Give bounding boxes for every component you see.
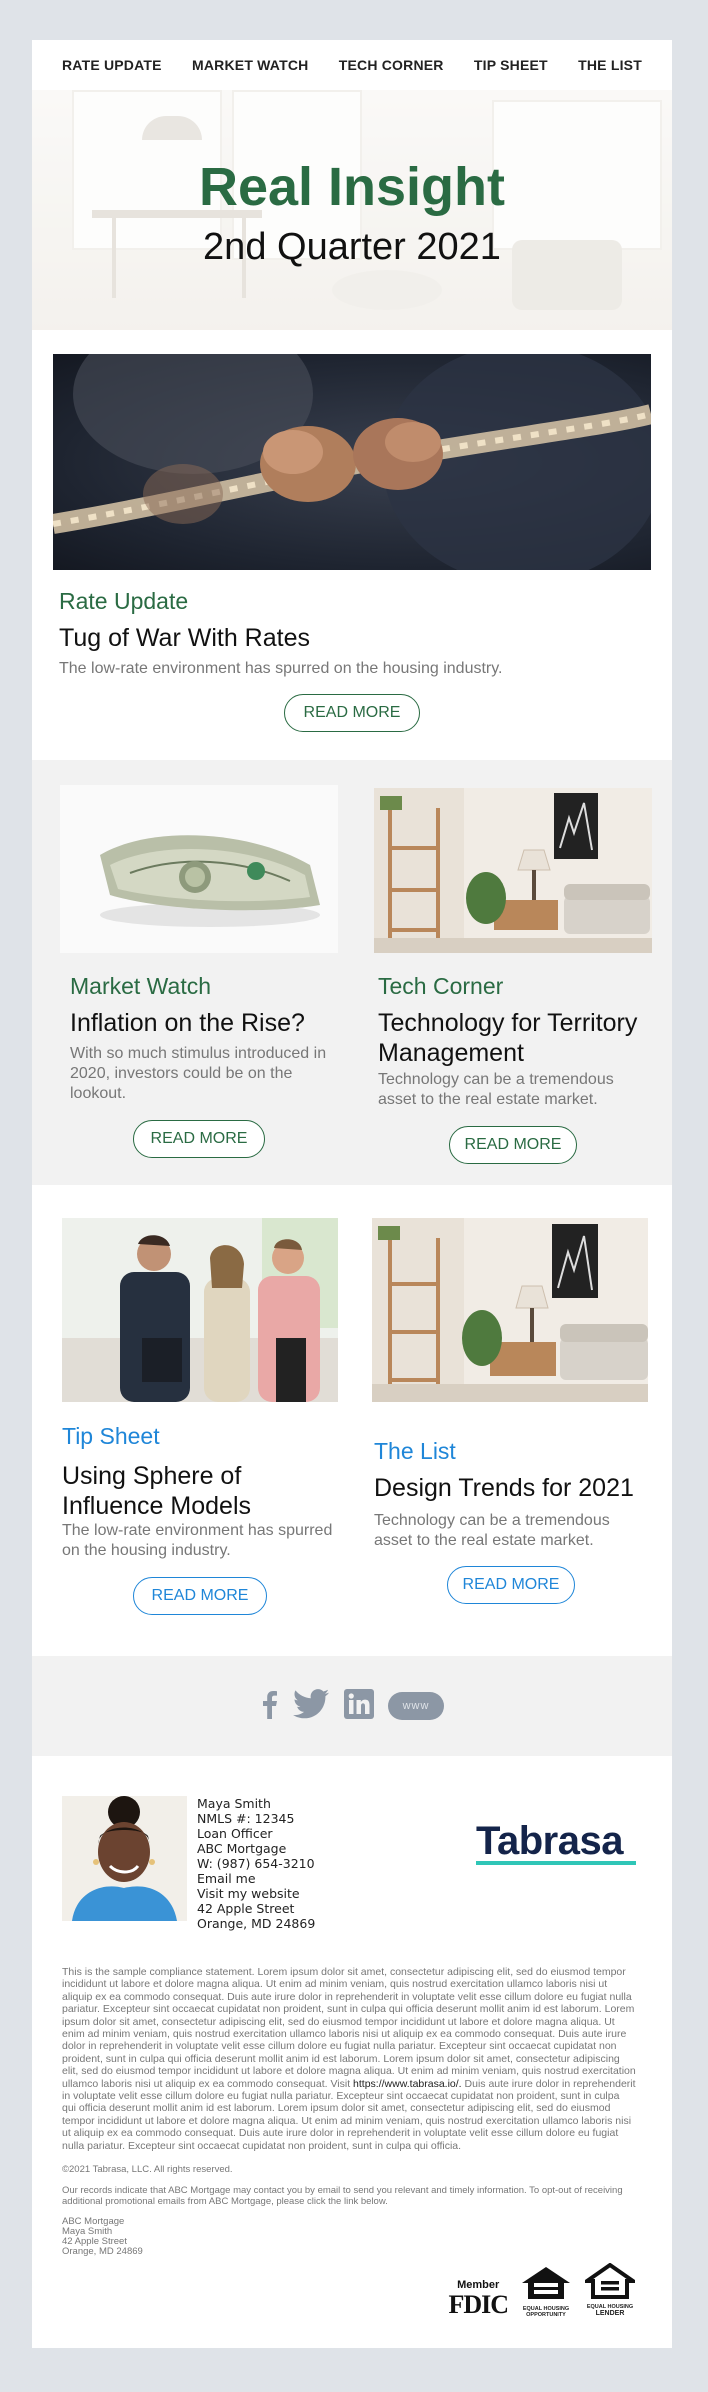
nav-rate-update[interactable]: RATE UPDATE <box>62 57 162 73</box>
market-watch-description: With so much stimulus introduced in 2020… <box>70 1045 327 1102</box>
nav-the-list[interactable]: THE LIST <box>578 57 642 73</box>
website-icon[interactable]: www <box>388 1692 444 1720</box>
newsletter-subtitle: 2nd Quarter 2021 <box>203 226 501 268</box>
tech-corner-headline: Technology for Territory Management <box>378 1009 638 1067</box>
rate-update-headline: Tug of War With Rates <box>59 624 310 652</box>
market-watch-kicker: Market Watch <box>70 973 212 999</box>
tech-corner-description: Technology can be a tremendous asset to … <box>378 1071 614 1108</box>
the-list-kicker: The List <box>374 1438 456 1464</box>
the-list-card: The List Design Trends for 2021 Technolo… <box>372 1218 648 1604</box>
tech-corner-kicker: Tech Corner <box>378 973 504 999</box>
officer-company: ABC Mortgage <box>197 1841 287 1856</box>
fdic-label: FDIC <box>448 2290 509 2320</box>
compliance-statement: This is the sample compliance statement.… <box>62 1966 636 2152</box>
realtor-handshake-image <box>62 1218 338 1402</box>
tip-list-section: Tip Sheet Using Sphere of Influence Mode… <box>32 1185 672 1656</box>
tug-of-war-image <box>53 354 651 570</box>
signature-block: Maya Smith NMLS #: 12345 Loan Officer AB… <box>62 1796 636 1931</box>
tip-sheet-kicker: Tip Sheet <box>62 1423 160 1449</box>
officer-address-line1: 42 Apple Street <box>197 1901 295 1916</box>
officer-address-line2: Orange, MD 24869 <box>197 1916 316 1931</box>
twitter-icon[interactable] <box>292 1688 330 1724</box>
top-nav: RATE UPDATE MARKET WATCH TECH CORNER TIP… <box>32 40 672 90</box>
tip-sheet-description: The low-rate environment has spurred on … <box>62 1522 333 1559</box>
living-room-image <box>374 788 652 953</box>
market-watch-headline: Inflation on the Rise? <box>70 1009 305 1037</box>
tip-sheet-card: Tip Sheet Using Sphere of Influence Mode… <box>62 1218 338 1615</box>
compliance-link[interactable]: https://www.tabrasa.io/. <box>353 2078 462 2090</box>
opt-out-notice: Our records indicate that ABC Mortgage m… <box>62 2185 623 2208</box>
tip-sheet-headline: Using Sphere of Influence Models <box>62 1462 252 1520</box>
equal-housing-opportunity-icon: EQUAL HOUSING OPPORTUNITY <box>518 2265 574 2318</box>
nav-tip-sheet[interactable]: TIP SHEET <box>474 57 548 73</box>
facebook-icon[interactable] <box>260 1689 278 1724</box>
newsletter-title: Real Insight <box>198 157 506 217</box>
rate-update-read-more-button[interactable]: READ MORE <box>284 694 420 732</box>
officer-nmls: NMLS #: 12345 <box>197 1811 295 1826</box>
mailing-address: ABC Mortgage Maya Smith 42 Apple Street … <box>62 2217 636 2257</box>
footer: Maya Smith NMLS #: 12345 Loan Officer AB… <box>32 1756 672 2348</box>
tip-sheet-read-more-button[interactable]: READ MORE <box>133 1577 267 1615</box>
dollar-bill-image <box>60 785 338 953</box>
nav-tech-corner[interactable]: TECH CORNER <box>339 57 444 73</box>
eho-label-bottom: OPPORTUNITY <box>526 2312 566 2319</box>
interior-design-image <box>372 1218 648 1402</box>
officer-title: Loan Officer <box>197 1826 273 1841</box>
market-tech-section: Market Watch Inflation on the Rise? With… <box>32 760 672 1185</box>
member-fdic-badge: Member FDIC <box>448 2278 509 2320</box>
the-list-read-more-button[interactable]: READ MORE <box>447 1566 575 1604</box>
tabrasa-logo: Tabrasa <box>476 1819 623 1863</box>
tech-corner-card: Tech Corner Technology for Territory Man… <box>374 788 652 1164</box>
officer-phone: W: (987) 654-3210 <box>197 1856 315 1871</box>
market-watch-card: Market Watch Inflation on the Rise? With… <box>60 785 338 1158</box>
hero-banner: Real Insight 2nd Quarter 2021 <box>32 90 672 330</box>
rate-update-kicker: Rate Update <box>59 588 189 614</box>
social-links: www <box>32 1656 672 1756</box>
ehl-label-bottom: LENDER <box>595 2310 625 2318</box>
visit-website-link[interactable]: Visit my website <box>197 1886 315 1901</box>
the-list-description: Technology can be a tremendous asset to … <box>374 1512 610 1549</box>
email-me-link[interactable]: Email me <box>197 1871 315 1886</box>
regulatory-badges: Member FDIC EQUAL HOUSING OPPORTUNITY EQ… <box>62 2262 640 2320</box>
compliance-text-start: This is the sample compliance statement.… <box>62 1966 636 2090</box>
linkedin-icon[interactable] <box>344 1688 374 1724</box>
rate-update-description: The low-rate environment has spurred on … <box>59 660 503 677</box>
nav-market-watch[interactable]: MARKET WATCH <box>192 57 308 73</box>
mailing-address-line: ABC Mortgage <box>62 2216 125 2228</box>
the-list-headline: Design Trends for 2021 <box>374 1474 634 1502</box>
mailing-address-line: 42 Apple Street <box>62 2236 127 2248</box>
rate-update-section: Rate Update Tug of War With Rates The lo… <box>32 330 672 760</box>
mailing-address-line: Maya Smith <box>62 2226 113 2238</box>
loan-officer-headshot <box>62 1796 187 1921</box>
officer-name: Maya Smith <box>197 1796 271 1811</box>
mailing-address-line: Orange, MD 24869 <box>62 2246 143 2258</box>
brand-logo: Tabrasa <box>476 1821 636 1865</box>
market-watch-read-more-button[interactable]: READ MORE <box>133 1120 265 1158</box>
equal-housing-lender-icon: EQUAL HOUSING LENDER <box>580 2262 640 2318</box>
email-container: RATE UPDATE MARKET WATCH TECH CORNER TIP… <box>32 40 672 2349</box>
signature-text: Maya Smith NMLS #: 12345 Loan Officer AB… <box>197 1796 315 1931</box>
tech-corner-read-more-button[interactable]: READ MORE <box>449 1126 577 1164</box>
copyright: ©2021 Tabrasa, LLC. All rights reserved. <box>62 2164 233 2176</box>
